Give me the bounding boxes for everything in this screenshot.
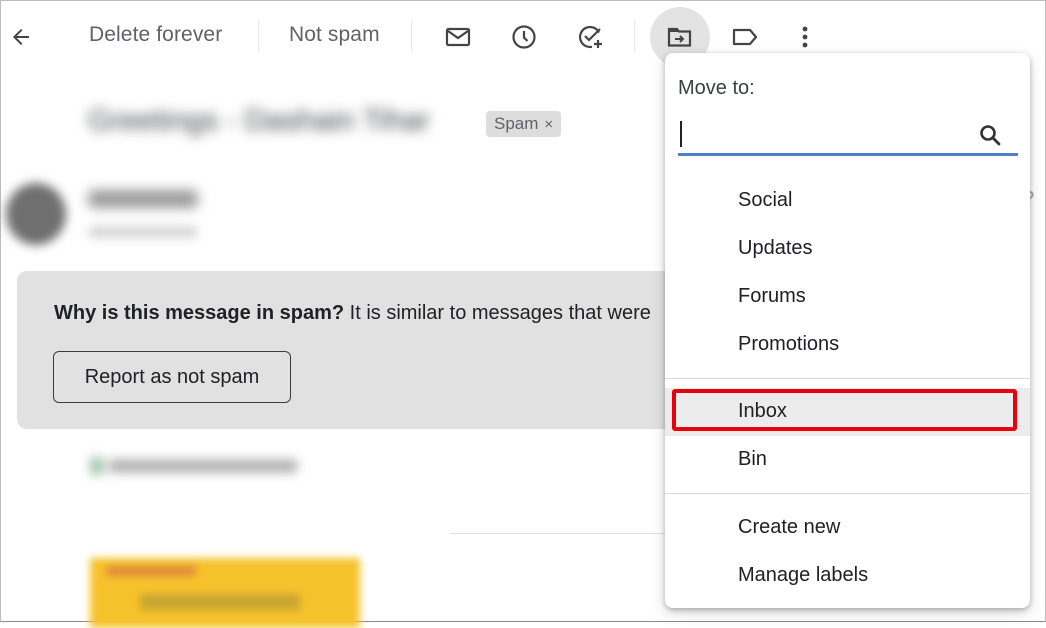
menu-item-forums[interactable]: Forums [665,273,1030,321]
toolbar-divider [258,20,259,52]
menu-item-social[interactable]: Social [665,177,1030,225]
toolbar-divider [634,20,635,52]
search-icon[interactable] [978,123,1002,147]
spam-explanation: It is similar to messages that were [344,302,651,324]
clock-icon [512,25,536,49]
menu-item-promotions[interactable]: Promotions [665,321,1030,369]
menu-item-manage-labels[interactable]: Manage labels [665,552,1030,600]
move-to-title: Move to: [678,77,755,99]
menu-divider [665,493,1030,494]
email-subject: Greetings - Dashain Tihar [88,104,430,137]
spam-label-text: Spam [494,114,539,133]
more-options-button[interactable] [789,21,821,53]
sender-details [88,226,198,238]
arrow-left-icon [13,29,29,45]
toolbar-divider [411,20,412,52]
image-icon [90,457,104,475]
move-to-menu: Move to: Social Updates Forums Promotion… [665,53,1030,608]
back-button[interactable] [6,22,36,52]
spam-label-chip: Spam × [486,111,562,137]
move-to-search-field [678,115,1018,156]
delete-forever-button[interactable]: Delete forever [89,23,222,47]
add-to-tasks-button[interactable] [575,21,607,53]
report-not-spam-button[interactable]: Report as not spam [53,351,291,403]
menu-item-bin[interactable]: Bin [665,436,1030,484]
more-vert-icon [802,26,808,48]
content-divider [450,533,670,534]
spam-reason-text: Why is this message in spam? It is simil… [54,302,651,325]
menu-item-inbox[interactable]: Inbox [665,388,1030,436]
sender-avatar [6,183,66,245]
email-body-image [90,558,360,628]
folder-search-input[interactable] [678,119,968,149]
snooze-button[interactable] [508,21,540,53]
spam-question: Why is this message in spam? [54,302,345,324]
menu-divider [665,378,1030,379]
mail-icon [445,27,471,47]
not-spam-button[interactable]: Not spam [289,23,380,47]
add-task-icon [578,25,602,49]
remove-label-icon[interactable]: × [544,116,553,133]
move-to-folder-icon [667,27,692,47]
mark-unread-button[interactable] [442,21,474,53]
menu-item-create-new[interactable]: Create new [665,504,1030,552]
label-icon [732,28,758,46]
labels-button[interactable] [729,21,761,53]
menu-item-updates[interactable]: Updates [665,225,1030,273]
email-body-link [90,455,300,477]
text-caret [680,121,682,147]
sender-name [88,190,198,208]
